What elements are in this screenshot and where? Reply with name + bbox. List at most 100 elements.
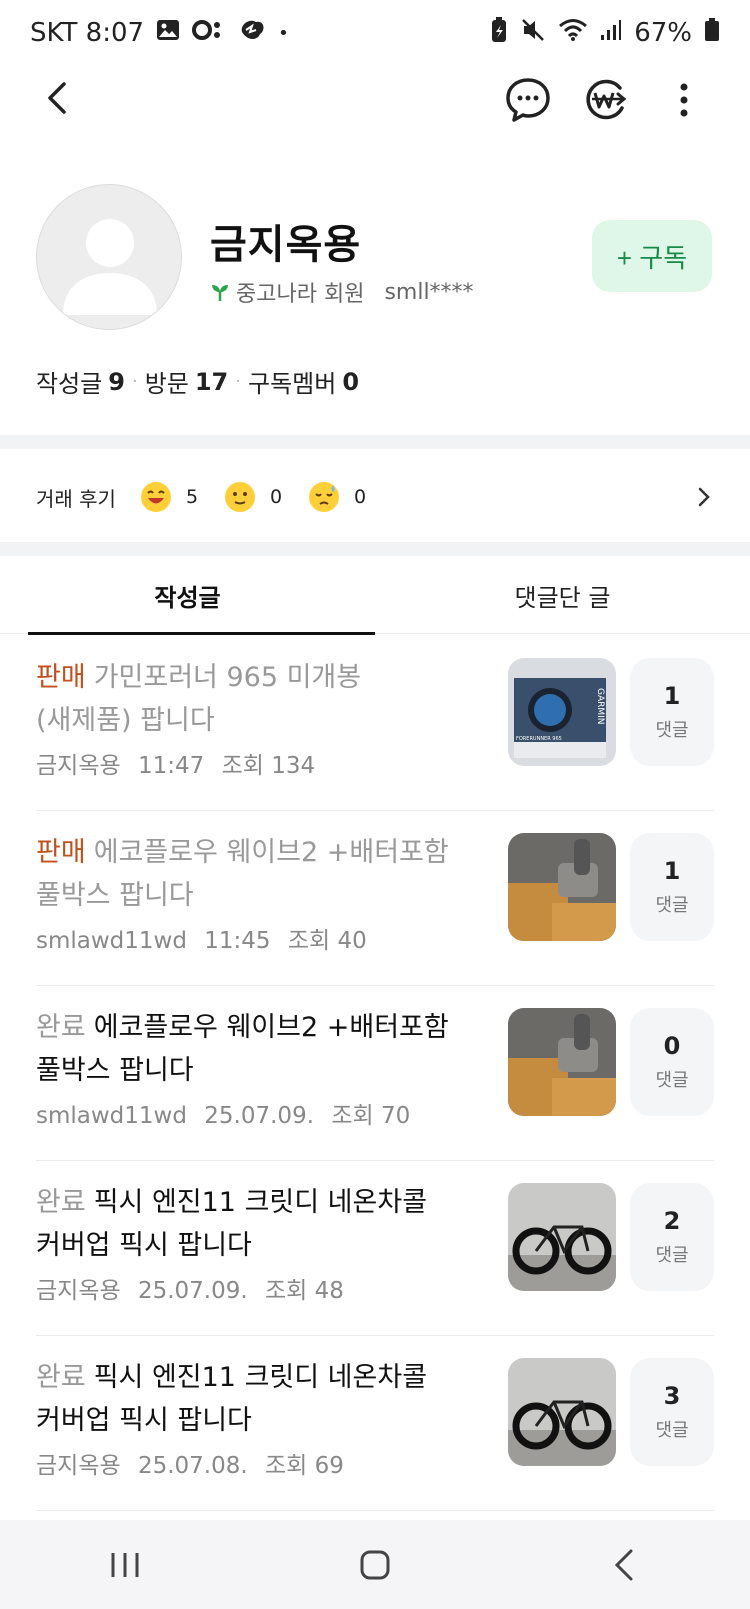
- won-transfer-icon: [586, 79, 627, 120]
- signal-icon: [600, 18, 622, 48]
- status-dot: •: [278, 22, 289, 44]
- wifi-icon: [558, 18, 588, 49]
- profile-nickname: 금지옥용: [210, 222, 362, 268]
- recent-apps-icon: [111, 1552, 139, 1577]
- post-time: 11:47: [137, 753, 205, 779]
- comment-count-box: 3 댓글: [630, 1358, 714, 1466]
- home-button[interactable]: [345, 1535, 405, 1595]
- post-meta: smlawd11wd 11:45 조회 40: [36, 921, 496, 955]
- status-badge: 판매: [36, 837, 86, 868]
- battery-percent: 67%: [634, 18, 692, 48]
- comment-count: 3: [663, 1382, 681, 1410]
- user-id: smll****: [384, 279, 474, 305]
- send-money-button[interactable]: [580, 74, 632, 126]
- post-author: smlawd11wd: [36, 1103, 187, 1129]
- more-vertical-icon: [680, 83, 688, 117]
- home-icon: [360, 1550, 390, 1579]
- comment-count-box: 1 댓글: [630, 833, 714, 941]
- profile-stats: 작성글 9 · 방문 17 · 구독멤버 0: [36, 364, 359, 399]
- status-badge: 완료: [36, 1362, 86, 1393]
- chat-button[interactable]: [502, 74, 554, 126]
- comment-count: 1: [663, 857, 681, 885]
- comment-count-box: 2 댓글: [630, 1183, 714, 1291]
- post-views: 조회 48: [265, 1278, 344, 1304]
- section-divider: [0, 435, 750, 449]
- post-time: 25.07.09.: [204, 1103, 315, 1129]
- back-button[interactable]: [36, 74, 84, 122]
- list-item[interactable]: 완료 픽시 엔진11 크릿디 네온차콜 커버업 픽시 팝니다 금지옥용 25.07…: [36, 1161, 714, 1336]
- system-back-button[interactable]: [595, 1535, 655, 1595]
- post-title: 판매 에코플로우 웨이브2 +배터포함 풀박스 팝니다: [36, 837, 449, 911]
- sad-face-icon: [308, 482, 339, 512]
- system-back-icon: [614, 1549, 633, 1580]
- comment-count: 1: [663, 682, 681, 710]
- post-meta: 금지옥용 25.07.09. 조회 48: [36, 1271, 496, 1305]
- status-badge: 완료: [36, 1187, 86, 1218]
- tab-bar: 작성글 댓글단 글: [0, 556, 750, 635]
- post-title: 완료 에코플로우 웨이브2 +배터포함 풀박스 팝니다: [36, 1012, 449, 1086]
- tab-posts[interactable]: 작성글: [0, 556, 375, 635]
- system-nav-bar: [0, 1520, 750, 1609]
- post-time: 25.07.08.: [137, 1453, 248, 1479]
- notification-o-icon: [192, 18, 226, 48]
- battery-saver-icon: [490, 16, 508, 50]
- neutral-face-icon: [224, 482, 255, 512]
- post-views: 조회 70: [331, 1103, 411, 1129]
- gallery-icon: [156, 18, 180, 48]
- chat-bubble-icon: [506, 78, 550, 122]
- section-divider: [0, 542, 750, 556]
- post-views: 조회 134: [221, 753, 316, 779]
- thumb-model-text: FORERUNNER 965: [516, 736, 562, 742]
- subscribe-button[interactable]: + 구독: [592, 220, 712, 292]
- post-views: 조회 69: [265, 1453, 344, 1479]
- more-button[interactable]: [664, 74, 716, 126]
- status-bar: SKT 8:07 • 67%: [0, 0, 750, 66]
- happy-face-icon: [140, 482, 171, 512]
- tab-commented-posts[interactable]: 댓글단 글: [375, 556, 750, 634]
- comment-label: 댓글: [655, 1070, 689, 1091]
- post-meta: 금지옥용 25.07.08. 조회 69: [36, 1446, 496, 1480]
- post-author: 금지옥용: [36, 1278, 121, 1304]
- comment-label: 댓글: [655, 1420, 689, 1441]
- post-title: 완료 픽시 엔진11 크릿디 네온차콜 커버업 픽시 팝니다: [36, 1362, 428, 1436]
- post-thumbnail: GARMIN FORERUNNER 965: [508, 658, 616, 766]
- comment-count-box: 0 댓글: [630, 1008, 714, 1116]
- thumb-brand-text: GARMIN: [595, 688, 605, 725]
- list-item[interactable]: 완료 픽시 엔진11 크릿디 네온차콜 커버업 픽시 팝니다 금지옥용 25.07…: [36, 1336, 714, 1511]
- reviews-label: 거래 후기: [36, 486, 116, 511]
- chevron-right-icon: [698, 487, 710, 507]
- status-badge: 판매: [36, 662, 86, 693]
- sprout-icon: [212, 285, 228, 301]
- visits-label: 방문: [144, 370, 189, 398]
- comment-count: 2: [663, 1207, 681, 1235]
- list-item[interactable]: 판매 가민포러너 965 미개봉 (새제품) 팝니다 금지옥용 11:47 조회 …: [36, 636, 714, 811]
- bad-review-count: 0: [353, 486, 367, 508]
- post-thumbnail: [508, 833, 616, 941]
- battery-icon: [704, 17, 720, 49]
- trade-reviews-row[interactable]: 거래 후기 5 0 0: [0, 452, 750, 542]
- post-thumbnail: [508, 1358, 616, 1466]
- recent-apps-button[interactable]: [95, 1535, 155, 1595]
- neutral-review-count: 0: [269, 486, 283, 508]
- comment-label: 댓글: [655, 720, 689, 741]
- top-app-bar: [0, 66, 750, 134]
- post-meta: 금지옥용 11:47 조회 134: [36, 746, 496, 780]
- post-author: 금지옥용: [36, 753, 121, 779]
- avatar: [36, 184, 182, 330]
- posts-label: 작성글: [36, 370, 103, 398]
- chevron-left-icon: [48, 82, 66, 114]
- status-badge: 완료: [36, 1012, 86, 1043]
- post-thumbnail: [508, 1183, 616, 1291]
- comment-label: 댓글: [655, 1245, 689, 1266]
- posts-count: 9: [108, 367, 125, 396]
- list-item[interactable]: 완료 에코플로우 웨이브2 +배터포함 풀박스 팝니다 smlawd11wd 25…: [36, 986, 714, 1161]
- comment-count: 0: [663, 1032, 681, 1060]
- member-info: 중고나라 회원 smll****: [210, 276, 474, 308]
- comment-label: 댓글: [655, 895, 689, 916]
- carrier-time: SKT 8:07: [30, 18, 145, 48]
- member-type: 중고나라 회원: [236, 282, 365, 307]
- app-notification-icon: [238, 18, 266, 49]
- post-time: 25.07.09.: [137, 1278, 248, 1304]
- comment-count-box: 1 댓글: [630, 658, 714, 766]
- list-item[interactable]: 판매 에코플로우 웨이브2 +배터포함 풀박스 팝니다 smlawd11wd 11…: [36, 811, 714, 986]
